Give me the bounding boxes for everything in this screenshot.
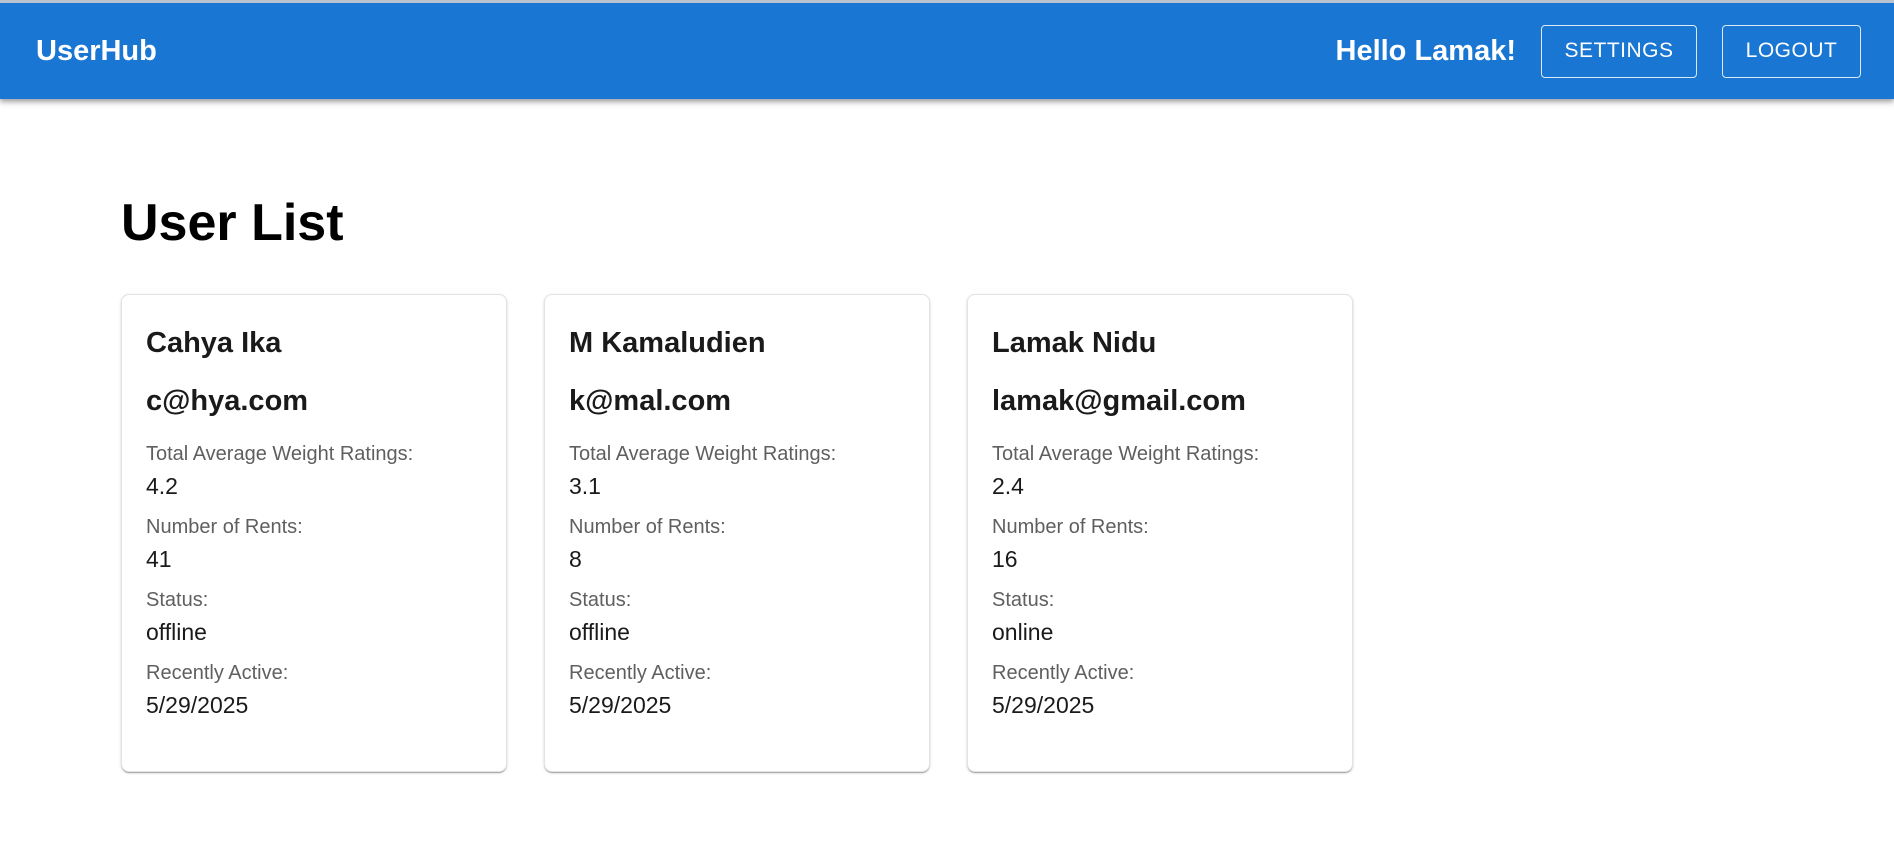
rents-value: 8 [569, 546, 582, 572]
recent-value: 5/29/2025 [569, 692, 672, 718]
user-name: Cahya Ika [146, 327, 282, 359]
brand-logo[interactable]: UserHub [36, 3, 157, 99]
recent-label: Recently Active: [146, 662, 289, 684]
rating-value: 2.4 [992, 473, 1024, 499]
rents-label: Number of Rents: [992, 516, 1149, 538]
settings-button[interactable]: SETTINGS [1541, 24, 1697, 78]
rents-value: 16 [992, 546, 1018, 572]
status-value: online [992, 619, 1054, 645]
recent-value: 5/29/2025 [992, 692, 1095, 718]
user-name: Lamak Nidu [992, 327, 1157, 359]
status-label: Status: [146, 589, 209, 611]
rating-value: 4.2 [146, 473, 178, 499]
logout-button[interactable]: LOGOUT [1722, 24, 1861, 78]
rents-label: Number of Rents: [146, 516, 303, 538]
rating-label: Total Average Weight Ratings: [569, 443, 837, 465]
user-card-list: Cahya Ika c@hya.com Total Average Weight… [121, 294, 1390, 772]
status-value: offline [146, 619, 207, 645]
rating-value: 3.1 [569, 473, 601, 499]
user-email: c@hya.com [146, 385, 309, 417]
app-bar: UserHub Hello Lamak! SETTINGS LOGOUT [0, 0, 1894, 99]
page-title: User List [121, 194, 344, 252]
greeting-text: Hello Lamak! [1335, 34, 1517, 67]
user-card: M Kamaludien k@mal.com Total Average Wei… [544, 294, 930, 772]
rating-label: Total Average Weight Ratings: [146, 443, 414, 465]
status-label: Status: [569, 589, 632, 611]
recent-label: Recently Active: [992, 662, 1135, 684]
user-name: M Kamaludien [569, 327, 766, 359]
recent-value: 5/29/2025 [146, 692, 249, 718]
user-card: Cahya Ika c@hya.com Total Average Weight… [121, 294, 507, 772]
rents-label: Number of Rents: [569, 516, 726, 538]
user-card: Lamak Nidu lamak@gmail.com Total Average… [967, 294, 1353, 772]
recent-label: Recently Active: [569, 662, 712, 684]
status-label: Status: [992, 589, 1055, 611]
user-email: k@mal.com [569, 385, 732, 417]
user-email: lamak@gmail.com [992, 385, 1246, 417]
rents-value: 41 [146, 546, 172, 572]
status-value: offline [569, 619, 630, 645]
header-actions: Hello Lamak! SETTINGS LOGOUT [1335, 3, 1861, 99]
rating-label: Total Average Weight Ratings: [992, 443, 1260, 465]
